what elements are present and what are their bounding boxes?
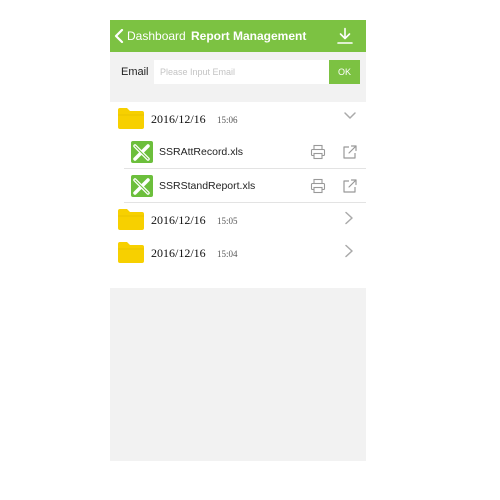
email-label: Email — [121, 66, 149, 78]
file-row[interactable]: SSRAttRecord.xls — [124, 135, 366, 169]
phone-screen: Dashboard Report Management Email OK 201… — [110, 20, 366, 461]
file-name: SSRStandReport.xls — [159, 180, 256, 192]
chevron-right-icon — [345, 244, 353, 258]
folder-icon — [118, 242, 144, 263]
report-group[interactable]: 2016/12/16 15:06 — [110, 103, 366, 135]
email-field[interactable] — [154, 60, 329, 84]
chevron-left-icon — [114, 29, 124, 43]
email-row: Email OK — [110, 52, 366, 92]
chevron-down-icon — [344, 112, 356, 119]
download-icon[interactable] — [336, 27, 354, 45]
group-time: 15:05 — [217, 216, 238, 226]
excel-file-icon — [131, 175, 153, 197]
printer-icon[interactable] — [310, 178, 326, 194]
report-list: 2016/12/16 15:06 SSRAttRecord.xls SSRSta… — [110, 102, 366, 288]
folder-icon — [118, 108, 144, 129]
group-time: 15:04 — [217, 249, 238, 259]
chevron-right-icon — [345, 211, 353, 225]
excel-file-icon — [131, 141, 153, 163]
group-date: 2016/12/16 — [151, 246, 206, 260]
nav-bar: Dashboard Report Management — [110, 20, 366, 52]
report-group[interactable]: 2016/12/16 15:05 — [110, 205, 366, 237]
group-time: 15:06 — [217, 115, 238, 125]
folder-icon — [118, 209, 144, 230]
group-date: 2016/12/16 — [151, 112, 206, 126]
report-group[interactable]: 2016/12/16 15:04 — [110, 238, 366, 270]
file-name: SSRAttRecord.xls — [159, 146, 244, 158]
group-date: 2016/12/16 — [151, 213, 206, 227]
share-icon[interactable] — [342, 144, 358, 160]
share-icon[interactable] — [342, 178, 358, 194]
back-label: Dashboard — [127, 29, 186, 43]
back-button[interactable]: Dashboard — [114, 20, 186, 52]
page-title: Report Management — [191, 29, 307, 43]
ok-button[interactable]: OK — [329, 60, 360, 84]
row-divider — [124, 202, 366, 203]
section-gap — [110, 92, 366, 102]
printer-icon[interactable] — [310, 144, 326, 160]
file-row[interactable]: SSRStandReport.xls — [124, 169, 366, 203]
